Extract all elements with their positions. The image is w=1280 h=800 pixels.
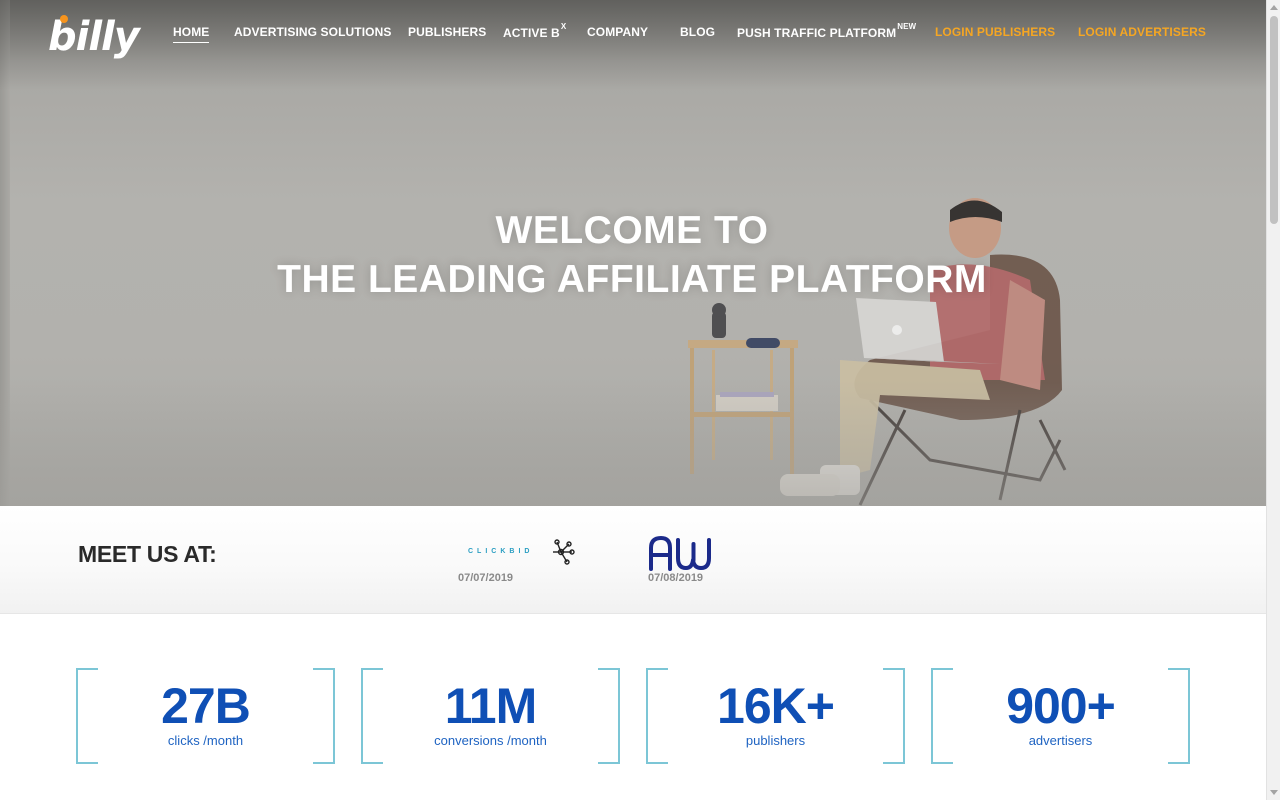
stat-value: 11M [444,678,538,734]
nav-new-badge: NEW [897,22,917,31]
scrollbar-thumb[interactable] [1270,16,1278,224]
hero-title: WELCOME TO THE LEADING AFFILIATE PLATFOR… [0,206,1264,304]
event-clickbid[interactable]: CLICKBID 07/07/2019 [458,534,578,584]
nav-company[interactable]: COMPANY [587,25,648,39]
stat-value: 27B [161,678,251,734]
stat-value: 16K+ [717,678,835,734]
nav-active-bx[interactable]: ACTIVE BX [503,22,567,40]
stat-label: conversions /month [434,733,547,748]
hero-section: billy HOME ADVERTISING SOLUTIONS PUBLISH… [0,0,1266,506]
nav-blog[interactable]: BLOG [680,25,715,39]
hero-title-line1: WELCOME TO [495,209,769,252]
aw-logo: AW [649,536,711,571]
scroll-up-arrow-icon[interactable] [1270,5,1278,10]
nav-advertising-solutions[interactable]: ADVERTISING SOLUTIONS [234,25,391,39]
event-aw[interactable]: AW 07/08/2019 [648,534,714,584]
stat-label: clicks /month [167,733,244,748]
stat-publishers: 16K+ publishers [646,668,905,764]
stats-section: 27B clicks /month 11M conversions /month… [0,614,1266,800]
nav-home[interactable]: HOME [173,25,210,43]
logo-accent-dot [60,15,68,23]
stat-label: publishers [745,733,806,748]
stat-label: advertisers [1028,733,1093,748]
nav-active-bx-label: ACTIVE B [503,26,560,40]
hero-top-shade [0,0,1266,90]
clickbid-network-icon [553,539,575,565]
hero-title-line2: THE LEADING AFFILIATE PLATFORM [277,258,987,301]
scroll-down-arrow-icon[interactable] [1270,790,1278,795]
nav-publishers[interactable]: PUBLISHERS [408,25,486,39]
login-advertisers-link[interactable]: LOGIN ADVERTISERS [1078,25,1206,39]
nav-active-bx-sup: X [560,22,567,31]
event-date: 07/08/2019 [648,572,704,584]
page-scrollbar[interactable] [1266,0,1280,800]
nav-push-traffic-platform[interactable]: PUSH TRAFFIC PLATFORMNEW [737,22,917,40]
stat-clicks: 27B clicks /month [76,668,335,764]
event-date: 07/07/2019 [458,572,514,584]
clickbid-logo-text: CLICKBID [468,548,534,555]
hero-floor-shade [0,380,1266,506]
stat-advertisers: 900+ advertisers [931,668,1190,764]
nav-push-traffic-label: PUSH TRAFFIC PLATFORM [737,26,897,40]
login-publishers-link[interactable]: LOGIN PUBLISHERS [935,25,1055,39]
meet-us-title: MEET US AT: [78,541,217,567]
meet-us-section: MEET US AT: CLICKBID 07/07/2019 07/08/20… [0,506,1266,614]
page: billy HOME ADVERTISING SOLUTIONS PUBLISH… [0,0,1280,800]
stat-value: 900+ [1006,678,1116,734]
clickbid-logo: CLICKBID [458,534,578,570]
stat-conversions: 11M conversions /month [361,668,620,764]
